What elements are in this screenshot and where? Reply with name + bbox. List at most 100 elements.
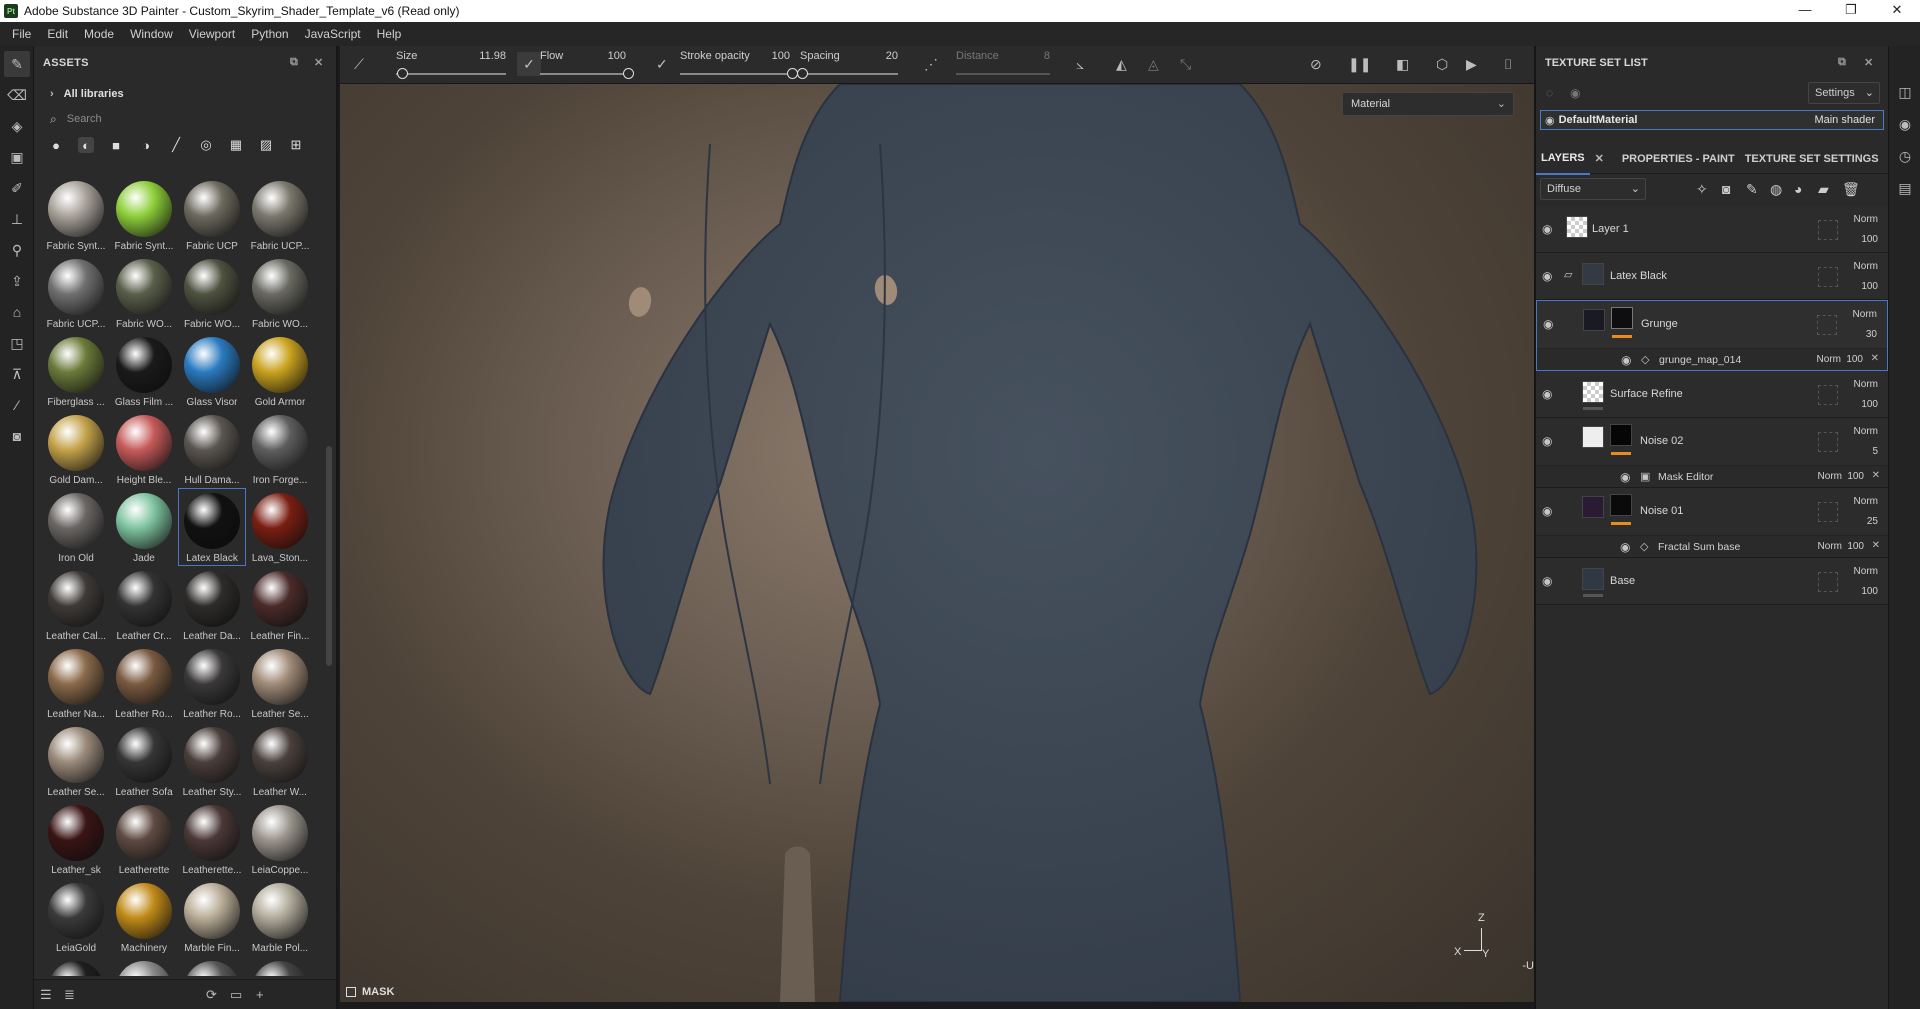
mask-slot[interactable]	[1818, 220, 1838, 240]
asset-tile[interactable]: Fabric UCP	[178, 176, 246, 254]
measure-icon[interactable]: ⊼	[4, 361, 30, 387]
blend-mode[interactable]: Norm	[1854, 566, 1878, 577]
assets-scrollbar[interactable]	[326, 446, 332, 666]
layer-row[interactable]: ◉ Layer 1 Norm 100	[1536, 206, 1888, 253]
mask-slot[interactable]	[1817, 315, 1837, 335]
asset-tile[interactable]: Leather Se...	[42, 722, 110, 800]
layer-name[interactable]: Noise 02	[1640, 435, 1683, 447]
effect-opacity[interactable]: 100	[1847, 471, 1864, 482]
spacing-slider[interactable]	[800, 73, 898, 75]
close-panel-icon[interactable]: ✕	[314, 56, 324, 69]
effect-name[interactable]: Fractal Sum base	[1658, 541, 1740, 553]
display-settings-icon[interactable]: ◳	[4, 330, 30, 356]
smudge-icon[interactable]: ✐	[4, 175, 30, 201]
texture-set-icon[interactable]: ◫	[1889, 76, 1920, 108]
asset-tile[interactable]: Leather_sk	[42, 800, 110, 878]
history-icon[interactable]: ◷	[1889, 140, 1920, 172]
size-value[interactable]: 11.98	[440, 50, 506, 62]
undock-icon[interactable]: ⧉	[290, 56, 298, 69]
asset-tile[interactable]: Leather W...	[246, 722, 314, 800]
brush-preset-icon[interactable]: ⟋	[354, 56, 364, 73]
eraser-icon[interactable]: ⌫	[4, 82, 30, 108]
asset-tile[interactable]: Iron Old	[42, 488, 110, 566]
search-input[interactable]: Search	[67, 113, 102, 125]
asset-tile[interactable]: Latex Black	[178, 488, 246, 566]
add-folder-icon[interactable]: ▰	[1818, 181, 1829, 198]
close-window-button[interactable]: ✕	[1874, 0, 1920, 22]
3d-viewport[interactable]: Material ⌄ MASK Z X Y -U	[340, 84, 1534, 1002]
layer-row[interactable]: ◉ Noise 01 Norm 25 ◉ ◇ Fractal Sum base …	[1536, 488, 1888, 558]
color-picker-icon[interactable]: ⚲	[4, 237, 30, 263]
spacing-slider-knob[interactable]	[796, 68, 808, 79]
layer-name[interactable]: Base	[1610, 575, 1635, 587]
asset-tile[interactable]	[110, 956, 178, 976]
asset-tile[interactable]: Fabric Synt...	[110, 176, 178, 254]
projection-icon[interactable]: ◈	[4, 113, 30, 139]
smart-materials-filter-icon[interactable]: ◐	[78, 137, 94, 153]
effect-blend-mode[interactable]: Norm	[1817, 354, 1841, 365]
asset-tile[interactable]: Leather Na...	[42, 644, 110, 722]
remove-effect-icon[interactable]: ✕	[1871, 353, 1879, 364]
distance-value[interactable]: 8	[1010, 50, 1050, 62]
menu-edit[interactable]: Edit	[39, 22, 76, 46]
mask-effect-row[interactable]: ◉ ◇ grunge_map_014 Norm 100 ✕	[1537, 348, 1887, 370]
mask-slot[interactable]	[1818, 385, 1838, 405]
close-panel-icon[interactable]: ✕	[1864, 56, 1873, 69]
screenshot-camera-icon[interactable]: ⌷	[1504, 56, 1512, 73]
eye-icon[interactable]: ◉	[1542, 574, 1552, 588]
mask-toggle[interactable]: MASK	[346, 986, 394, 998]
layer-name[interactable]: Grunge	[1641, 318, 1678, 330]
alphas-filter-icon[interactable]: ◎	[198, 137, 214, 153]
symmetry-icon[interactable]: ◭	[1116, 56, 1127, 73]
menu-javascript[interactable]: JavaScript	[297, 22, 369, 46]
symmetry-offset-icon[interactable]: ⤡	[1180, 56, 1191, 73]
mask-slot[interactable]	[1818, 572, 1838, 592]
close-tab-icon[interactable]: ✕	[1590, 144, 1609, 174]
export-icon[interactable]: ⇪	[4, 268, 30, 294]
layer-opacity[interactable]: 25	[1867, 516, 1878, 527]
clone-stamp-icon[interactable]: ⊥	[4, 206, 30, 232]
eye-icon[interactable]: ◉	[1542, 504, 1552, 518]
masks-filter-icon[interactable]: ■	[108, 137, 124, 153]
asset-tile[interactable]: Lava_Ston...	[246, 488, 314, 566]
mask-thumbnail[interactable]	[1610, 494, 1632, 516]
detail-view-icon[interactable]: ≣	[64, 987, 75, 1003]
effect-blend-mode[interactable]: Norm	[1818, 541, 1842, 552]
flow-slider[interactable]	[540, 73, 628, 75]
menu-python[interactable]: Python	[243, 22, 296, 46]
asset-tile[interactable]: Fabric WO...	[246, 254, 314, 332]
asset-tile[interactable]: Leatherette	[110, 800, 178, 878]
asset-tile[interactable]	[246, 956, 314, 976]
add-mask-icon[interactable]: ◙	[1722, 181, 1730, 197]
asset-tile[interactable]: LeiaCoppe...	[246, 800, 314, 878]
layer-opacity[interactable]: 100	[1861, 399, 1878, 410]
eye-icon[interactable]: ◉	[1542, 434, 1552, 448]
log-icon[interactable]: ▤	[1889, 172, 1920, 204]
eye-icon[interactable]: ◉	[1542, 269, 1552, 283]
layer-name[interactable]: Latex Black	[1610, 270, 1667, 282]
mask-slot[interactable]	[1818, 502, 1838, 522]
stroke-opacity-value[interactable]: 100	[740, 50, 790, 62]
add-asset-icon[interactable]: +	[256, 987, 264, 1002]
add-fill-layer-icon[interactable]: ◍	[1770, 181, 1782, 198]
mask-thumbnail[interactable]	[1610, 424, 1632, 446]
mask-slot[interactable]	[1818, 432, 1838, 452]
layer-row[interactable]: ◉ Surface Refine Norm 100	[1536, 371, 1888, 418]
materials-filter-icon[interactable]: ●	[48, 137, 64, 153]
layer-opacity[interactable]: 100	[1861, 281, 1878, 292]
asset-tile[interactable]: Fiberglass ...	[42, 332, 110, 410]
blend-mode[interactable]: Norm	[1854, 214, 1878, 225]
mask-slot[interactable]	[1818, 267, 1838, 287]
folder-icon[interactable]: ▭	[230, 987, 242, 1003]
size-slider-knob[interactable]	[396, 68, 408, 79]
eye-icon[interactable]: ◉	[1543, 317, 1553, 331]
minimize-button[interactable]: —	[1782, 0, 1828, 22]
asset-tile[interactable]: LeiaGold	[42, 878, 110, 956]
asset-tile[interactable]: Leather Fin...	[246, 566, 314, 644]
layer-opacity[interactable]: 100	[1861, 586, 1878, 597]
shader-name[interactable]: Main shader	[1814, 114, 1875, 126]
asset-tile[interactable]: Leather Se...	[246, 644, 314, 722]
textures-filter-icon[interactable]: ▦	[228, 137, 244, 153]
effect-opacity[interactable]: 100	[1847, 541, 1864, 552]
hide-ui-icon[interactable]: ⊘	[1310, 56, 1322, 73]
